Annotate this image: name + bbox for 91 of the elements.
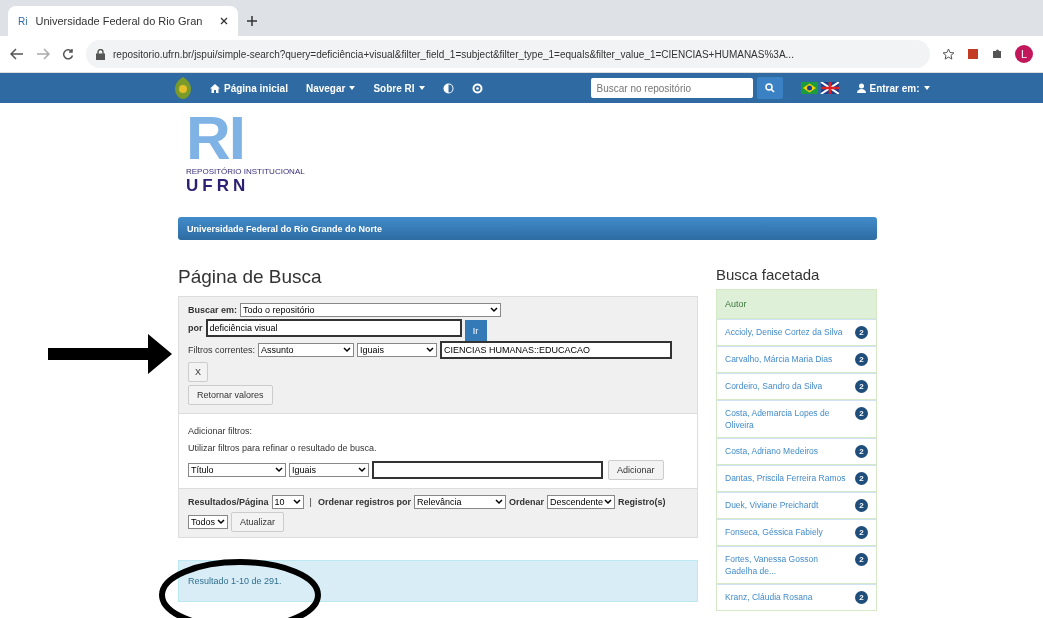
field-label: Registro(s) bbox=[617, 497, 666, 507]
login-dropdown[interactable]: Entrar em: bbox=[856, 82, 930, 94]
sort-select[interactable]: Relevância bbox=[413, 495, 506, 509]
profile-avatar[interactable]: L bbox=[1015, 45, 1033, 63]
new-tab-icon[interactable] bbox=[246, 15, 258, 27]
facet-item[interactable]: Accioly, Denise Cortez da Silva 2 bbox=[716, 319, 877, 346]
count-badge: 2 bbox=[855, 526, 868, 539]
search-button[interactable] bbox=[756, 77, 783, 99]
caret-icon bbox=[349, 86, 356, 90]
filter-type-select[interactable]: Iguais bbox=[357, 343, 438, 357]
search-field[interactable]: Buscar no repositório bbox=[590, 78, 753, 98]
caret-icon bbox=[603, 499, 612, 505]
back-icon[interactable] bbox=[10, 48, 24, 60]
lock-icon bbox=[96, 48, 105, 60]
per-page-select[interactable]: 10 bbox=[271, 495, 304, 509]
count-badge: 2 bbox=[855, 407, 868, 420]
reset-button[interactable]: Retornar valores bbox=[188, 385, 273, 405]
result-count: Resultado 1-10 de 291. bbox=[178, 560, 698, 602]
count-badge: 2 bbox=[855, 445, 868, 458]
nav-dropdown[interactable]: Navegar bbox=[305, 82, 356, 94]
caret-icon bbox=[358, 467, 366, 473]
go-button[interactable]: Ir bbox=[464, 320, 487, 342]
separator: | bbox=[309, 497, 312, 507]
section-label: Adicionar filtros: bbox=[188, 426, 254, 436]
caret-icon bbox=[217, 519, 225, 525]
institution-banner: Universidade Federal do Rio Grande do Norte bbox=[178, 217, 877, 240]
contrast-icon[interactable] bbox=[442, 82, 454, 94]
facet-item[interactable]: Costa, Ademarcia Lopes de Oliveira 2 bbox=[716, 400, 877, 438]
field-label: Ordenar registros por bbox=[317, 497, 411, 507]
add-field-select[interactable]: Título bbox=[188, 463, 286, 477]
logo-name: UFRN bbox=[186, 176, 250, 196]
tab-favicon: Ri bbox=[18, 15, 28, 27]
count-badge: 2 bbox=[855, 353, 868, 366]
count-badge: 2 bbox=[855, 553, 868, 566]
facet-item[interactable]: Costa, Adriano Medeiros 2 bbox=[716, 438, 877, 465]
nav-link[interactable]: Página inicial bbox=[210, 82, 288, 94]
user-icon bbox=[856, 83, 866, 93]
hint-text: Utilizar filtros para refinar o resultado de busca. bbox=[188, 443, 378, 453]
close-icon[interactable] bbox=[220, 17, 228, 25]
caret-icon bbox=[426, 347, 435, 353]
field-label: Buscar em: bbox=[188, 305, 238, 315]
count-badge: 2 bbox=[855, 499, 868, 512]
filter-field-select[interactable]: Assunto bbox=[258, 343, 355, 357]
order-select[interactable]: Descendente bbox=[546, 495, 615, 509]
facet-item[interactable]: Fonseca, Géssica Fabiely 2 bbox=[716, 519, 877, 546]
logo-subtitle: REPOSITÓRIO INSTITUCIONAL bbox=[186, 167, 305, 176]
flags-icon[interactable] bbox=[800, 82, 839, 94]
facet-item[interactable]: Cordeiro, Sandro da Silva 2 bbox=[716, 373, 877, 400]
caret-icon bbox=[275, 467, 283, 473]
filter-value-field[interactable]: CIENCIAS HUMANAS::EDUCACAO bbox=[440, 341, 673, 359]
facet-item[interactable]: Fortes, Vanessa Gosson Gadelha de... 2 bbox=[716, 546, 877, 584]
facet-item[interactable]: Dantas, Priscila Ferreira Ramos 2 bbox=[716, 465, 877, 492]
reload-icon[interactable] bbox=[62, 48, 74, 60]
caret-icon bbox=[418, 86, 425, 90]
emblem-icon bbox=[174, 76, 192, 100]
caret-icon bbox=[494, 499, 503, 505]
count-badge: 2 bbox=[855, 326, 868, 339]
caret-icon bbox=[490, 307, 499, 313]
page-title: Página de Busca bbox=[178, 266, 323, 288]
caret-icon bbox=[923, 86, 930, 90]
facet-item[interactable]: Kranz, Cláudia Rosana 2 bbox=[716, 584, 877, 611]
facet-item[interactable]: Duek, Viviane Preichardt 2 bbox=[716, 492, 877, 519]
home-icon bbox=[210, 83, 220, 93]
settings-icon[interactable] bbox=[471, 82, 483, 94]
field-label: Ordenar bbox=[508, 497, 544, 507]
address-bar[interactable]: repositorio.ufrn.br/jspui/simple-search?query=deficiência+visual&filter_field_1=subject&filter_type_1=equals&filter_value_1=CIENCIAS+HUMANAS%3A... bbox=[86, 40, 930, 68]
update-button[interactable]: Atualizar bbox=[231, 512, 284, 532]
facet-heading: Autor bbox=[716, 289, 877, 319]
logo-letters: RI bbox=[186, 109, 244, 167]
add-type-select[interactable]: Iguais bbox=[289, 463, 369, 477]
count-badge: 2 bbox=[855, 380, 868, 393]
star-icon[interactable] bbox=[942, 47, 955, 61]
caret-icon bbox=[343, 347, 352, 353]
caret-icon bbox=[292, 499, 301, 505]
field-label: por bbox=[188, 323, 203, 333]
facet-title: Busca facetada bbox=[716, 266, 821, 283]
add-button[interactable]: Adicionar bbox=[608, 460, 664, 480]
facet-item[interactable]: Carvalho, Márcia Maria Dias 2 bbox=[716, 346, 877, 373]
extension-icon[interactable] bbox=[967, 48, 979, 60]
nav-dropdown[interactable]: Sobre RI bbox=[373, 82, 425, 94]
count-badge: 2 bbox=[855, 472, 868, 485]
count-badge: 2 bbox=[855, 591, 868, 604]
query-field[interactable]: deficiência visual bbox=[205, 319, 462, 337]
add-value-field[interactable] bbox=[372, 461, 603, 479]
browser-tab[interactable]: Ri Universidade Federal do Rio Gran bbox=[8, 6, 238, 36]
scope-select[interactable]: Todo o repositório bbox=[240, 303, 502, 317]
search-icon bbox=[764, 83, 775, 93]
remove-filter-button[interactable]: X bbox=[188, 362, 208, 382]
field-label: Filtros correntes: bbox=[188, 345, 256, 355]
records-select[interactable]: Todos bbox=[188, 515, 228, 529]
field-label: Resultados/Página bbox=[188, 497, 269, 507]
